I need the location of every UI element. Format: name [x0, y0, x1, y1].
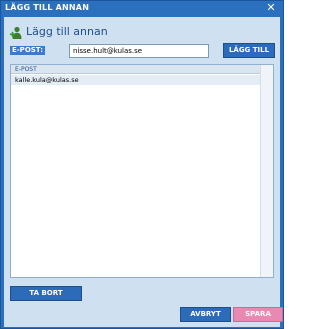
list-scrollbar[interactable]	[260, 65, 273, 277]
cancel-button[interactable]: AVBRYT	[180, 307, 231, 322]
dialog-body: Lägg till annan E-POST: nisse.hult@kulas…	[4, 17, 283, 327]
list-item[interactable]: kalle.kula@kulas.se	[11, 75, 261, 85]
email-input[interactable]: nisse.hult@kulas.se	[69, 44, 209, 58]
add-person-icon	[10, 26, 22, 39]
add-button[interactable]: LÄGG TILL	[223, 43, 275, 58]
window-title: LÄGG TILL ANNAN	[5, 3, 90, 12]
save-button[interactable]: SPARA	[233, 307, 283, 322]
dialog-heading: Lägg till annan	[26, 25, 108, 38]
add-other-dialog: LÄGG TILL ANNAN ✕ Lägg till annan E-POST…	[0, 0, 284, 329]
close-icon[interactable]: ✕	[265, 1, 277, 15]
title-bar[interactable]: LÄGG TILL ANNAN ✕	[1, 1, 283, 17]
email-list: E-POST kalle.kula@kulas.se	[10, 64, 274, 278]
list-column-header[interactable]: E-POST	[11, 65, 261, 74]
email-label: E-POST:	[10, 46, 46, 55]
remove-button[interactable]: TA BORT	[10, 286, 82, 301]
